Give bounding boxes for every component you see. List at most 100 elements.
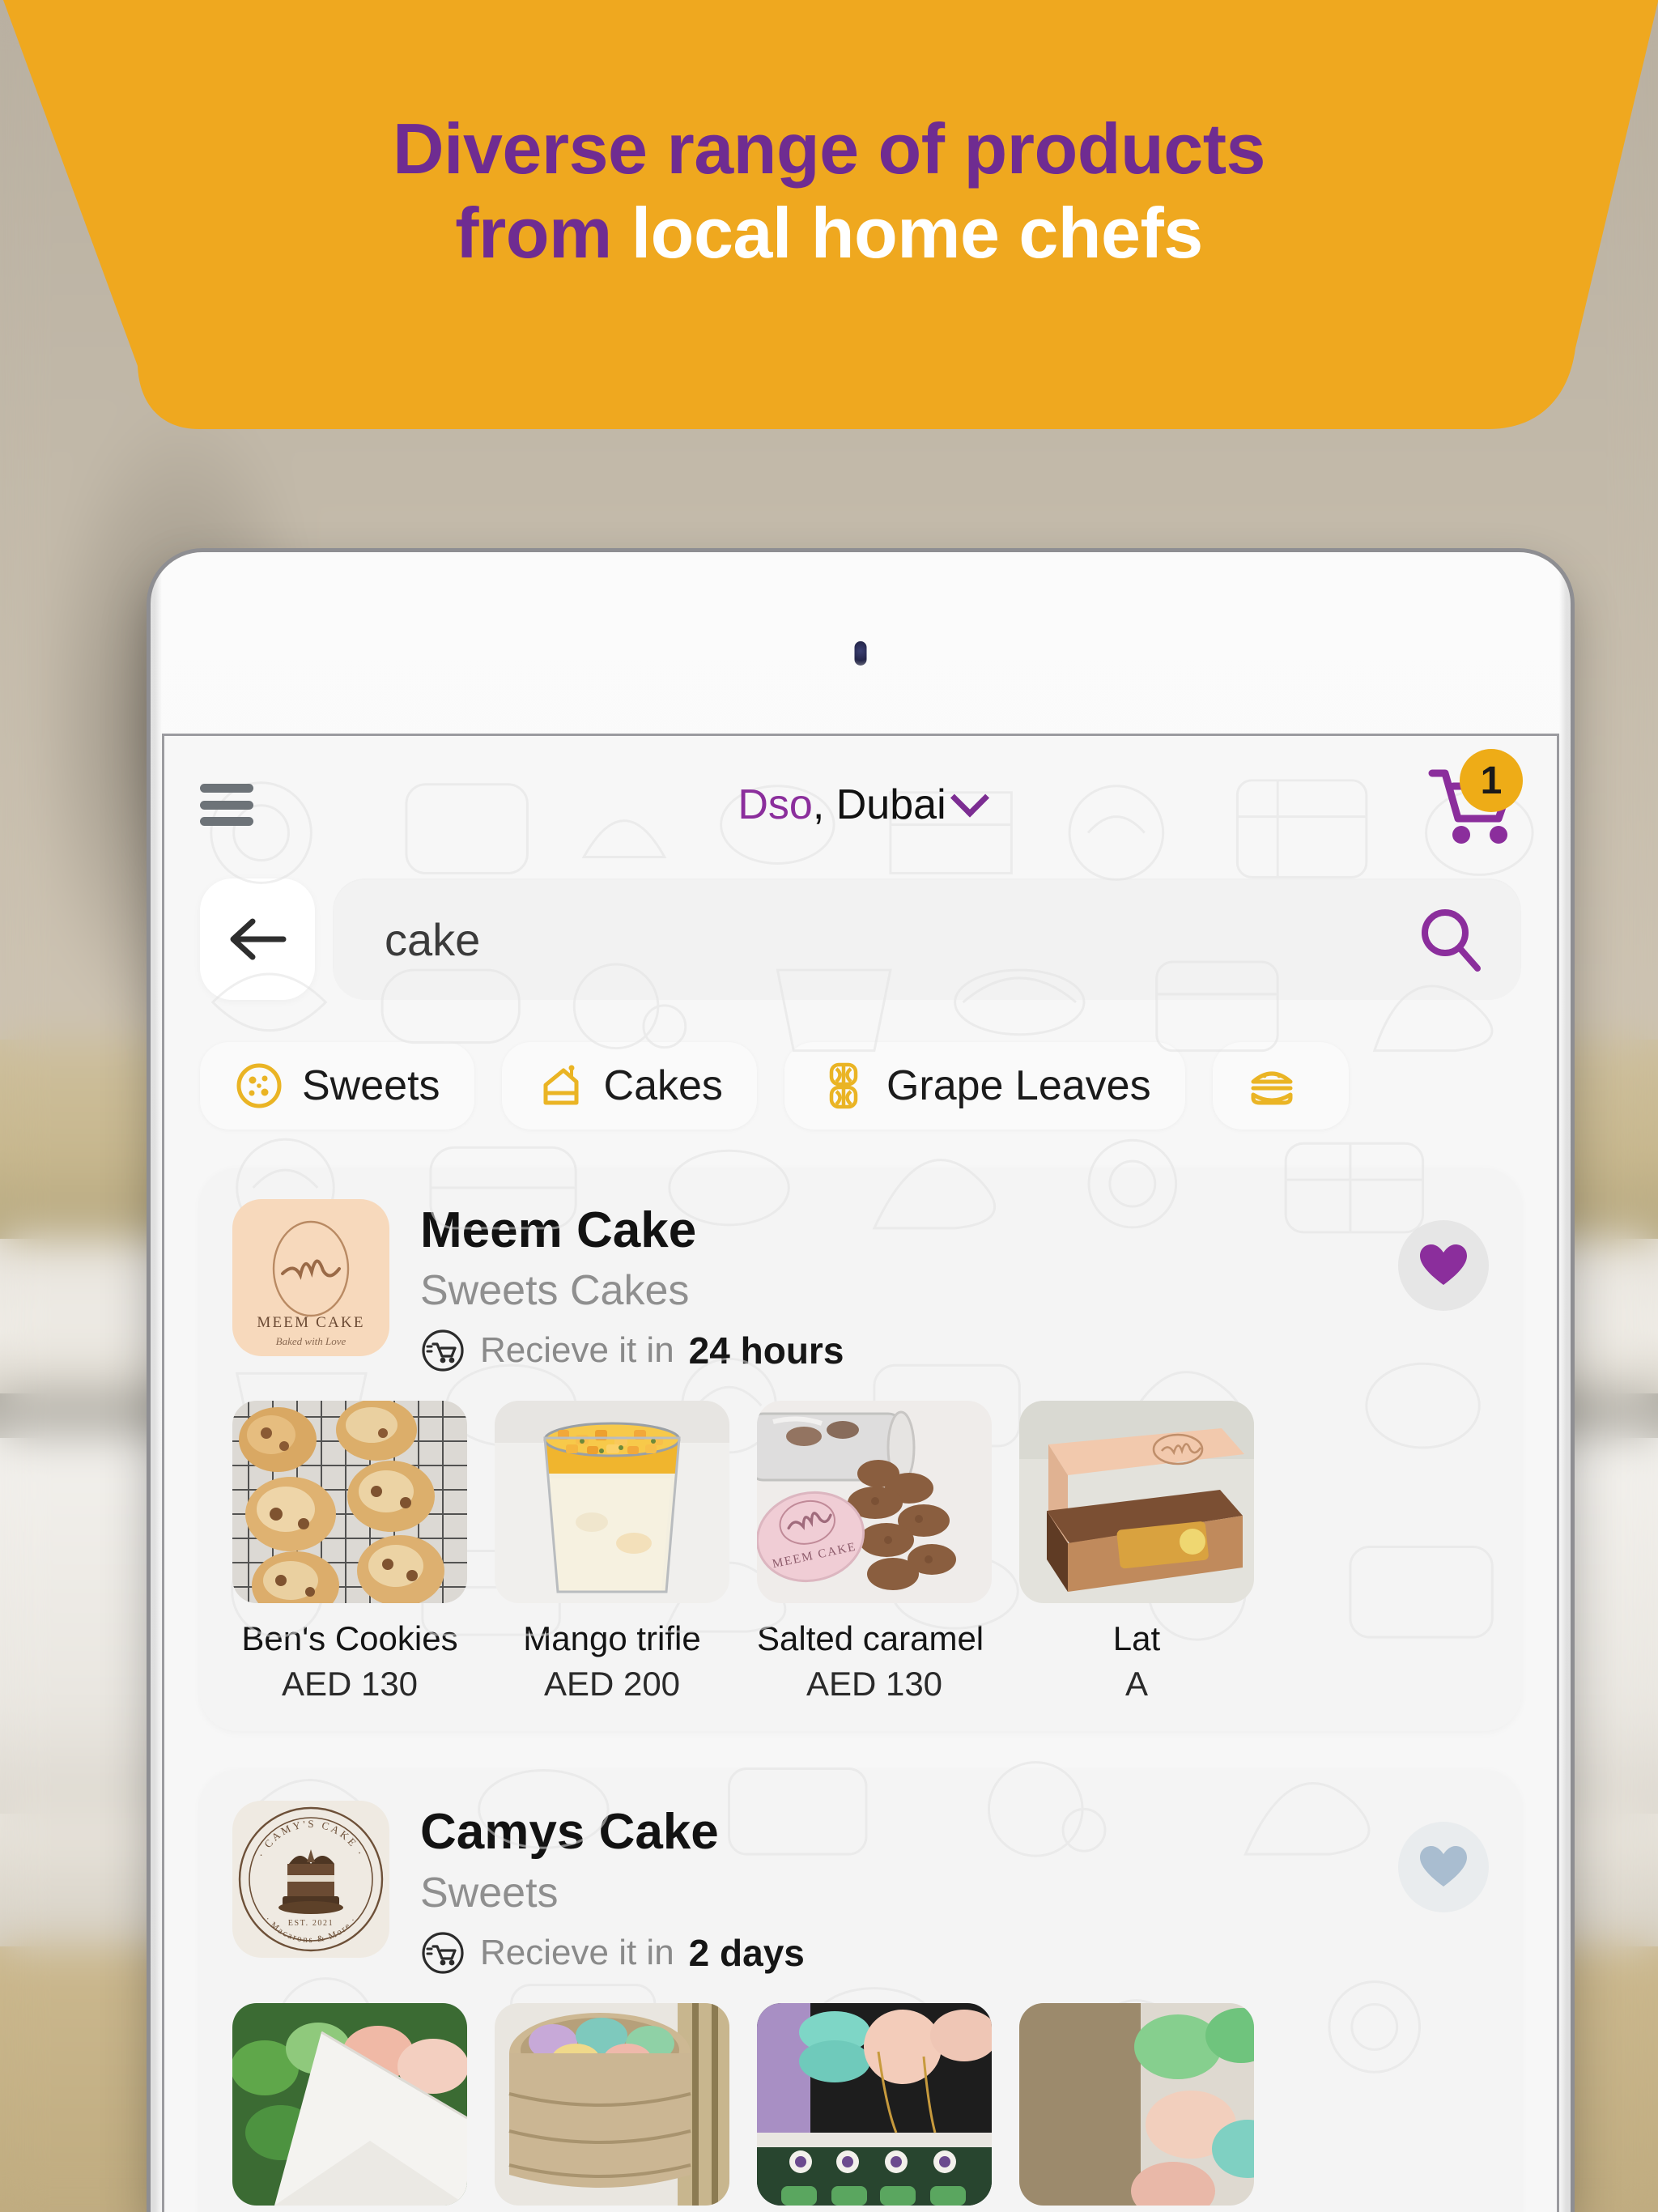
category-chip-cakes[interactable]: Cakes bbox=[501, 1042, 757, 1129]
peach-gift-box bbox=[1019, 1401, 1254, 1604]
product-name: Ben's Cookies bbox=[241, 1619, 458, 1658]
front-camera-icon bbox=[854, 641, 867, 666]
product-tile[interactable] bbox=[232, 2002, 467, 2212]
back-button[interactable] bbox=[200, 878, 315, 1000]
camys-cake-logo: · CAMY'S CAKE · · Macarons & More · EST.… bbox=[232, 1801, 389, 1959]
grape-leaves-icon bbox=[829, 1062, 858, 1109]
search-row: cake bbox=[164, 878, 1557, 1000]
macarons-box-photo bbox=[232, 2002, 467, 2206]
vendor-eta: Recieve it in 2 days bbox=[420, 1930, 1367, 1976]
promo-headline-line1: Diverse range of products bbox=[392, 108, 1266, 189]
tablet-device-frame: Dso, Dubai 1 cake Sweets Cakes Grape Lea… bbox=[151, 552, 1571, 2212]
chevron-down-icon[interactable] bbox=[950, 778, 989, 818]
favorite-button[interactable] bbox=[1398, 1220, 1489, 1311]
mango-trifle-photo bbox=[495, 1401, 729, 1604]
meem-cake-logo-art: MEEM CAKE Baked with Love bbox=[257, 1220, 364, 1347]
meem-cake-logo-title: MEEM CAKE bbox=[257, 1314, 364, 1331]
product-tile[interactable] bbox=[495, 2002, 729, 2212]
mango-trifle-in-glass bbox=[495, 1401, 729, 1604]
category-chip-burger[interactable] bbox=[1212, 1042, 1349, 1129]
vendor-card-header: MEEM CAKE Baked with Love Meem Cake Swee… bbox=[232, 1199, 1489, 1373]
cart-badge-count: 1 bbox=[1460, 749, 1523, 812]
product-tile[interactable]: Mango trifle AED 200 bbox=[495, 1401, 729, 1704]
vendor-info: Meem Cake Sweets Cakes Recieve it in 24 … bbox=[420, 1199, 1367, 1373]
category-chip-label: Sweets bbox=[302, 1062, 440, 1109]
product-tile[interactable] bbox=[757, 2002, 992, 2212]
heart-icon bbox=[1420, 1244, 1467, 1285]
back-arrow-icon bbox=[230, 918, 287, 960]
promo-banner-text: Diverse range of products from local hom… bbox=[0, 0, 1658, 444]
vendor-eta-value: 24 hours bbox=[688, 1329, 844, 1372]
hamburger-line-3 bbox=[200, 817, 253, 826]
vendor-categories: Sweets Cakes bbox=[420, 1267, 690, 1315]
burger-icon bbox=[1251, 1071, 1293, 1105]
cookie-icon bbox=[236, 1063, 282, 1108]
delivery-cart-icon bbox=[422, 1329, 464, 1372]
product-price: AED 130 bbox=[281, 1665, 419, 1704]
product-tile[interactable]: MEEM CAKE Salted caramel ... AED 130 bbox=[757, 1401, 992, 1704]
promo-headline-line2-rest: local home chefs bbox=[631, 192, 1204, 273]
product-tile[interactable]: Lat A bbox=[1019, 1401, 1254, 1704]
cart-button[interactable]: 1 bbox=[1424, 749, 1523, 849]
macaron-tray-photo bbox=[757, 2002, 992, 2206]
salted-caramel-photo: MEEM CAKE bbox=[757, 1401, 992, 1604]
vendor-product-row[interactable]: Ben's Cookies AED 130 Mango trifle AED 2… bbox=[232, 1401, 1489, 1704]
search-input[interactable]: cake bbox=[333, 878, 1521, 1000]
vendor-categories: Sweets bbox=[420, 1869, 559, 1916]
location-region: , Dubai bbox=[812, 781, 946, 828]
category-chip-grape-leaves[interactable]: Grape Leaves bbox=[784, 1042, 1185, 1129]
category-chip-label: Grape Leaves bbox=[886, 1062, 1151, 1109]
macarons-brown-box bbox=[1019, 2002, 1254, 2206]
vendor-info: Camys Cake Sweets Recieve it in 2 days bbox=[420, 1801, 1367, 1975]
product-tile[interactable] bbox=[1019, 2002, 1254, 2212]
heart-icon bbox=[1420, 1846, 1467, 1887]
location-label: Dso, Dubai bbox=[738, 781, 946, 829]
category-chip-label: Cakes bbox=[603, 1062, 723, 1109]
favorite-button[interactable] bbox=[1398, 1822, 1489, 1913]
cookies-photo bbox=[232, 1401, 467, 1604]
vendor-eta-prefix: Recieve it in bbox=[480, 1330, 674, 1371]
cake-slice-icon bbox=[543, 1065, 579, 1105]
product-name: Lat bbox=[1112, 1619, 1161, 1658]
vendor-card-list: MEEM CAKE Baked with Love Meem Cake Swee… bbox=[164, 1168, 1557, 2212]
vendor-eta-prefix: Recieve it in bbox=[480, 1932, 674, 1972]
hamburger-line-2 bbox=[200, 800, 253, 810]
macarons-in-round-tin bbox=[495, 2002, 729, 2206]
vendor-eta: Recieve it in 24 hours bbox=[420, 1328, 1367, 1373]
product-tile[interactable]: Ben's Cookies AED 130 bbox=[232, 1401, 467, 1704]
vendor-card[interactable]: · CAMY'S CAKE · · Macarons & More · EST.… bbox=[200, 1770, 1521, 2212]
vendor-eta-value: 2 days bbox=[688, 1931, 805, 1974]
vendor-name: Camys Cake bbox=[420, 1804, 719, 1861]
search-input-value: cake bbox=[385, 913, 481, 965]
vendor-card-header: · CAMY'S CAKE · · Macarons & More · EST.… bbox=[232, 1801, 1489, 1975]
category-chip-sweets[interactable]: Sweets bbox=[200, 1042, 474, 1129]
vendor-name: Meem Cake bbox=[420, 1202, 697, 1258]
promo-headline-line2-prefix: from bbox=[455, 192, 631, 273]
search-icon[interactable] bbox=[1416, 905, 1484, 973]
category-chip-row[interactable]: Sweets Cakes Grape Leaves bbox=[164, 1042, 1557, 1129]
meem-cake-logo: MEEM CAKE Baked with Love bbox=[232, 1199, 389, 1356]
product-price: AED 130 bbox=[806, 1665, 943, 1704]
product-name: Salted caramel ... bbox=[757, 1619, 992, 1658]
macarons-display-tray bbox=[757, 2002, 992, 2206]
macarons-in-white-box bbox=[232, 2002, 467, 2206]
hamburger-menu-icon[interactable] bbox=[200, 784, 253, 826]
app-screen: Dso, Dubai 1 cake Sweets Cakes Grape Lea… bbox=[162, 734, 1559, 2212]
delivery-cart-icon bbox=[422, 1932, 464, 1974]
gift-box-photo bbox=[1019, 1401, 1254, 1604]
chocolate-cookies-jar-with-pink-lid: MEEM CAKE bbox=[757, 1401, 992, 1604]
camys-cake-logo-art: · CAMY'S CAKE · · Macarons & More · EST.… bbox=[238, 1807, 384, 1952]
vendor-card[interactable]: MEEM CAKE Baked with Love Meem Cake Swee… bbox=[200, 1168, 1521, 1732]
product-name: Mango trifle bbox=[523, 1619, 701, 1658]
location-selector[interactable]: Dso, Dubai bbox=[164, 778, 1557, 829]
product-price: AED 200 bbox=[543, 1665, 681, 1704]
location-city: Dso bbox=[738, 781, 813, 828]
vendor-product-row[interactable] bbox=[232, 2002, 1489, 2212]
macaron-brown-box-photo bbox=[1019, 2002, 1254, 2206]
chocolate-chip-cookies-on-rack bbox=[232, 1401, 467, 1604]
macaron-tin-photo bbox=[495, 2002, 729, 2206]
hamburger-line-1 bbox=[200, 784, 253, 793]
promo-headline-line2: from local home chefs bbox=[455, 191, 1203, 275]
product-price: A bbox=[1124, 1665, 1148, 1704]
meem-cake-logo-tagline: Baked with Love bbox=[276, 1335, 346, 1347]
